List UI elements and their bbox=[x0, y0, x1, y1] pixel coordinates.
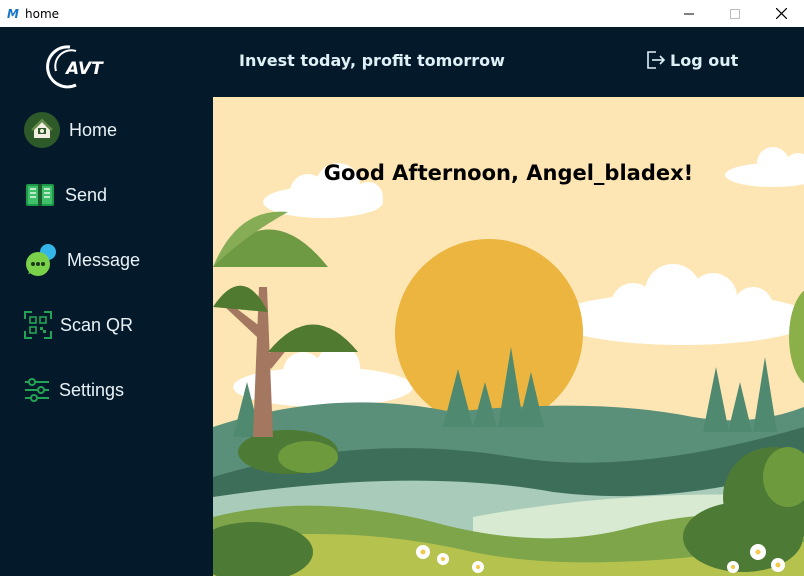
sidebar-item-label: Message bbox=[67, 249, 141, 270]
window-controls bbox=[666, 0, 804, 27]
window-title: home bbox=[25, 6, 60, 21]
minimize-button[interactable] bbox=[666, 0, 712, 27]
logout-button[interactable]: Log out bbox=[644, 49, 738, 71]
logo-text: AVT bbox=[64, 59, 104, 79]
sidebar: AVT Home Send Message Scan QR Settings bbox=[0, 27, 213, 576]
avt-logo: AVT bbox=[46, 41, 118, 93]
header-tagline: Invest today, profit tomorrow bbox=[239, 51, 505, 70]
sidebar-item-send[interactable]: Send bbox=[24, 175, 107, 215]
qr-scan-icon bbox=[24, 311, 52, 339]
window-titlebar: M home bbox=[0, 0, 804, 27]
close-button[interactable] bbox=[758, 0, 804, 27]
sidebar-item-message[interactable]: Message bbox=[24, 240, 140, 280]
app-frame: AVT Home Send Message Scan QR Settings I… bbox=[0, 27, 804, 576]
home-icon bbox=[24, 112, 60, 148]
close-icon bbox=[775, 8, 787, 19]
logout-icon bbox=[647, 51, 666, 69]
sidebar-item-home[interactable]: Home bbox=[24, 110, 117, 150]
sidebar-item-settings[interactable]: Settings bbox=[24, 370, 124, 410]
app-icon-glyph: M bbox=[7, 6, 19, 21]
send-icon bbox=[24, 179, 56, 211]
sidebar-item-scan-qr[interactable]: Scan QR bbox=[24, 305, 133, 345]
maximize-button[interactable] bbox=[712, 0, 758, 27]
sidebar-item-label: Send bbox=[65, 184, 108, 205]
message-icon bbox=[24, 242, 60, 278]
maximize-icon bbox=[730, 8, 740, 19]
logout-label: Log out bbox=[670, 50, 739, 70]
main-content: Good Afternoon, Angel_bladex! bbox=[213, 97, 804, 576]
app-icon: M bbox=[4, 6, 20, 22]
sidebar-item-label: Home bbox=[69, 119, 118, 140]
sidebar-item-label: Settings bbox=[59, 379, 125, 400]
settings-icon bbox=[24, 377, 50, 403]
sidebar-item-label: Scan QR bbox=[60, 314, 134, 335]
minimize-icon bbox=[684, 13, 694, 14]
greeting-heading: Good Afternoon, Angel_bladex! bbox=[323, 161, 694, 185]
